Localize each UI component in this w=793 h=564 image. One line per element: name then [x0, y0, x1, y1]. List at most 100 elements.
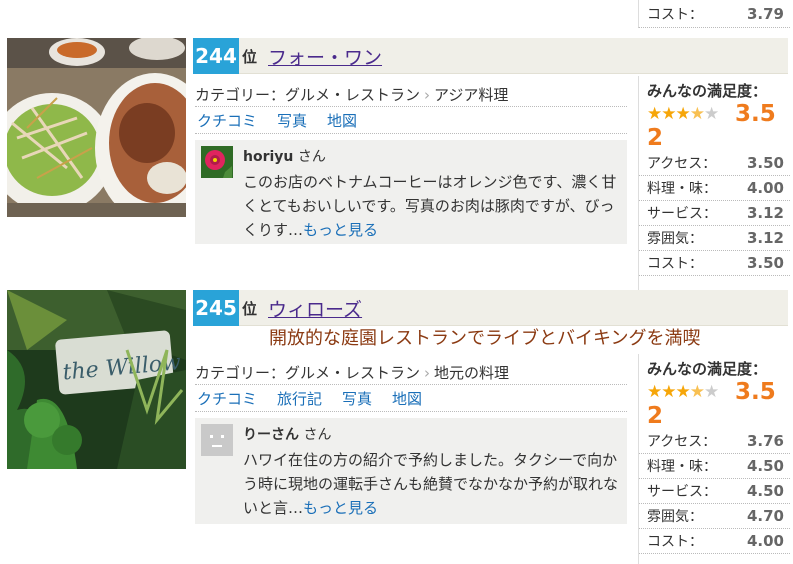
score-row-food: 料理・味： 4.00 [639, 176, 790, 201]
score-row-cost: コスト： 4.00 [639, 529, 790, 554]
score-label: アクセス： [647, 156, 717, 172]
link-kuchikomi[interactable]: クチコミ [197, 110, 257, 131]
category-label: カテゴリー： [195, 86, 286, 104]
score-value: 3.12 [746, 229, 784, 247]
score-value: 3.50 [746, 254, 784, 272]
reviewer-honorific: さん [303, 427, 332, 443]
review-text: ハワイ在住の方の紹介で予約しました。タクシーで向かう時に現地の運転手さんも絶賛で… [243, 448, 621, 520]
read-more-link[interactable]: もっと見る [303, 221, 378, 239]
reviewer-username[interactable]: りーさん [243, 427, 299, 443]
restaurant-photo-image: the Willow [7, 290, 186, 469]
default-avatar-icon[interactable] [201, 424, 233, 456]
shop-links: クチコミ 旅行記 写真 地図 [195, 384, 627, 412]
reviewer-name: りーさん さん [243, 424, 331, 444]
reviewer-username[interactable]: horiyu [243, 149, 293, 165]
score-row-access: アクセス： 3.50 [639, 151, 790, 176]
flower-avatar-icon[interactable] [201, 146, 233, 178]
rank-number: 244 [193, 38, 239, 74]
score-value: 4.70 [746, 507, 784, 525]
satisfaction-score: 3.5 [735, 101, 776, 127]
score-label: 料理・味： [647, 459, 717, 475]
score-panel: みんなの満足度： ★★★★★ 3.5 2 アクセス： 3.50 料理・味： 4.00… [638, 76, 790, 318]
reviewer-name: horiyu さん [243, 146, 326, 166]
prev-cost-label: コスト： [647, 7, 703, 23]
star-empty-icon: ★ [704, 104, 719, 124]
review-body: ハワイ在住の方の紹介で予約しました。タクシーで向かう時に現地の運転手さんも絶賛で… [243, 451, 619, 517]
satisfaction-score-cont: 2 [647, 125, 664, 151]
score-row-service: サービス： 3.12 [639, 201, 790, 226]
ranking-page: コスト： 3.79 244 位 フォー・ワン カテゴリー：グルメ・レストラン ›… [0, 0, 793, 564]
rank-header: 244 位 フォー・ワン [193, 38, 788, 74]
review-text: このお店のベトナムコーヒーはオレンジ色です、濃く甘くとてもおいしいです。写真のお… [243, 170, 621, 242]
star-icon: ★ [647, 104, 662, 124]
link-kuchikomi[interactable]: クチコミ [197, 388, 257, 409]
star-icon: ★ [647, 382, 662, 402]
star-icon: ★ [675, 104, 691, 124]
reviewer-honorific: さん [297, 149, 326, 165]
food-photo-image [7, 38, 186, 217]
star-icon: ★ [661, 104, 676, 124]
score-value: 3.50 [746, 154, 784, 172]
score-label: 雰囲気： [647, 509, 703, 525]
shop-photo[interactable] [7, 38, 186, 217]
review-body: このお店のベトナムコーヒーはオレンジ色です、濃く甘くとてもおいしいです。写真のお… [243, 173, 617, 239]
category-sub: アジア料理 [434, 86, 509, 104]
satisfaction-label: みんなの満足度： [647, 360, 768, 378]
satisfaction-rating: ★★★★★ 3.5 2 [639, 379, 790, 429]
score-value: 3.76 [746, 432, 784, 450]
score-row-atmosphere: 雰囲気： 3.12 [639, 226, 790, 251]
catchcopy: 開放的な庭園レストランでライブとバイキングを満喫 [269, 328, 701, 349]
star-rating: ★★★★★ [647, 104, 719, 124]
category-breadcrumb: カテゴリー：グルメ・レストラン › 地元の料理 [195, 362, 509, 383]
link-photos[interactable]: 写真 [342, 388, 372, 409]
link-map[interactable]: 地図 [327, 110, 357, 131]
category-main: グルメ・レストラン [285, 86, 421, 104]
star-icon: ★ [661, 382, 676, 402]
star-icon: ★ [675, 382, 691, 402]
shop-photo[interactable]: the Willow [7, 290, 186, 469]
chevron-right-icon: › [424, 364, 431, 382]
star-empty-icon: ★ [704, 382, 719, 402]
category-breadcrumb: カテゴリー：グルメ・レストラン › アジア料理 [195, 84, 508, 105]
prev-entry-cost-row: コスト： 3.79 [638, 0, 790, 28]
star-half-icon: ★ [689, 104, 705, 124]
prev-cost-value: 3.79 [746, 5, 784, 23]
satisfaction-rating: ★★★★★ 3.5 2 [639, 101, 790, 151]
link-map[interactable]: 地図 [392, 388, 422, 409]
score-value: 4.00 [746, 532, 784, 550]
score-label: サービス： [647, 484, 717, 500]
rank-header: 245 位 ウィローズ [193, 290, 788, 326]
rank-number: 245 [193, 290, 239, 326]
shop-links: クチコミ 写真 地図 [195, 106, 627, 134]
score-label: 雰囲気： [647, 231, 703, 247]
score-label: アクセス： [647, 434, 717, 450]
shop-name-link[interactable]: フォー・ワン [268, 43, 382, 70]
score-label: コスト： [647, 534, 703, 550]
score-row-food: 料理・味： 4.50 [639, 454, 790, 479]
score-label: サービス： [647, 206, 717, 222]
score-value: 4.50 [746, 457, 784, 475]
review-card: りーさん さん ハワイ在住の方の紹介で予約しました。タクシーで向かう時に現地の運… [195, 418, 627, 524]
rank-suffix: 位 [242, 48, 258, 66]
satisfaction-score-cont: 2 [647, 403, 664, 429]
link-photos[interactable]: 写真 [277, 110, 307, 131]
score-value: 4.00 [746, 179, 784, 197]
review-card: horiyu さん このお店のベトナムコーヒーはオレンジ色です、濃く甘くとてもお… [195, 140, 627, 244]
score-label: コスト： [647, 256, 703, 272]
shop-name-link[interactable]: ウィローズ [268, 295, 362, 322]
star-rating: ★★★★★ [647, 382, 719, 402]
link-travelogue[interactable]: 旅行記 [277, 388, 322, 409]
score-label: 料理・味： [647, 181, 717, 197]
score-value: 4.50 [746, 482, 784, 500]
score-panel: みんなの満足度： ★★★★★ 3.5 2 アクセス： 3.76 料理・味： 4.50… [638, 354, 790, 564]
rank-suffix: 位 [242, 300, 258, 318]
score-row-access: アクセス： 3.76 [639, 429, 790, 454]
score-value: 3.12 [746, 204, 784, 222]
category-sub: 地元の料理 [434, 364, 510, 382]
star-half-icon: ★ [689, 382, 705, 402]
category-main: グルメ・レストラン [285, 364, 421, 382]
read-more-link[interactable]: もっと見る [303, 499, 378, 517]
score-row-service: サービス： 4.50 [639, 479, 790, 504]
score-row-cost: コスト： 3.50 [639, 251, 790, 276]
satisfaction-score: 3.5 [735, 379, 776, 405]
